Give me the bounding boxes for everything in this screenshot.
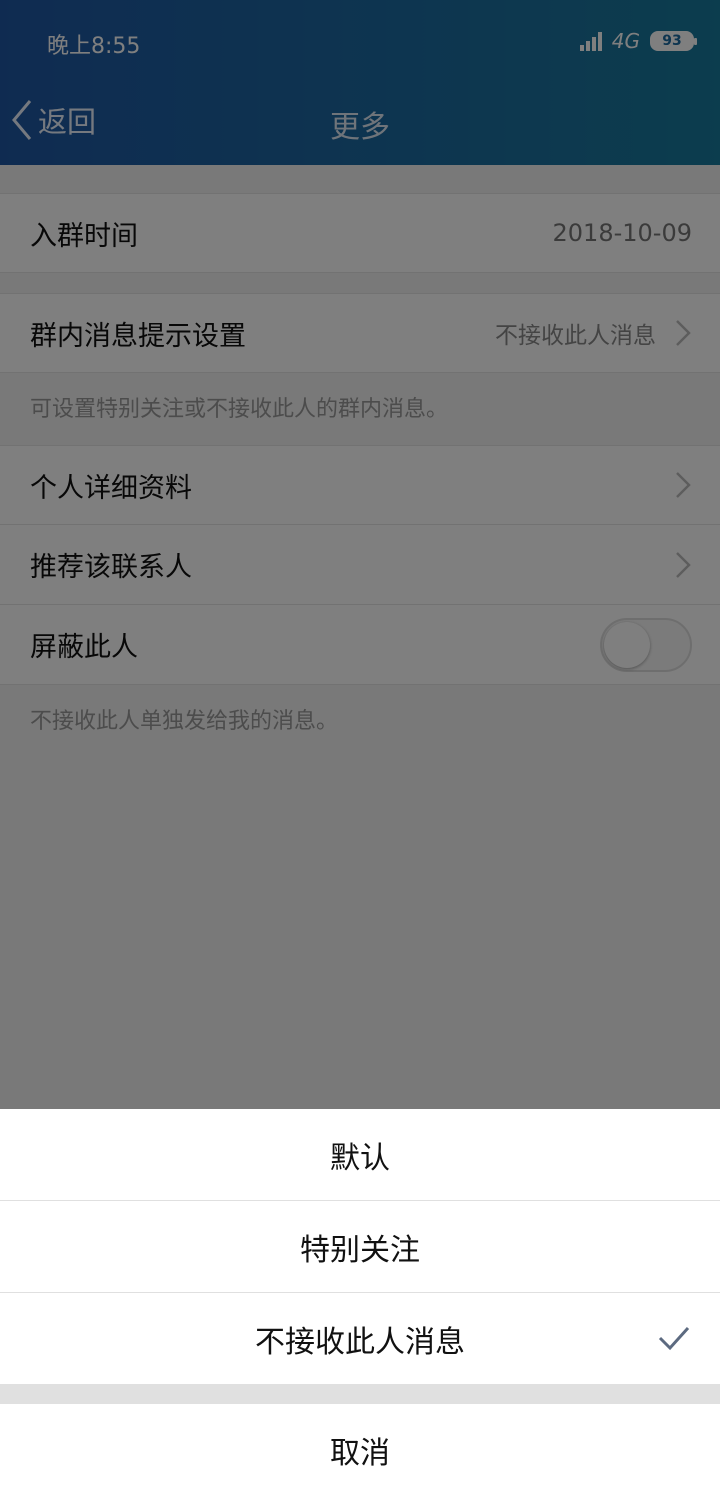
option-label: 特别关注 [300, 1232, 420, 1268]
option-label: 默认 [330, 1140, 390, 1176]
cancel-button[interactable]: 取消 [0, 1404, 720, 1496]
action-sheet: 默认 特别关注 不接收此人消息 取消 [0, 1109, 720, 1496]
option-label: 不接收此人消息 [255, 1324, 465, 1360]
option-special-attention[interactable]: 特别关注 [0, 1201, 720, 1292]
cancel-label: 取消 [330, 1436, 390, 1471]
modal-overlay[interactable] [0, 0, 720, 1109]
checkmark-icon [658, 1326, 690, 1351]
option-block-messages[interactable]: 不接收此人消息 [0, 1293, 720, 1384]
option-default[interactable]: 默认 [0, 1109, 720, 1200]
